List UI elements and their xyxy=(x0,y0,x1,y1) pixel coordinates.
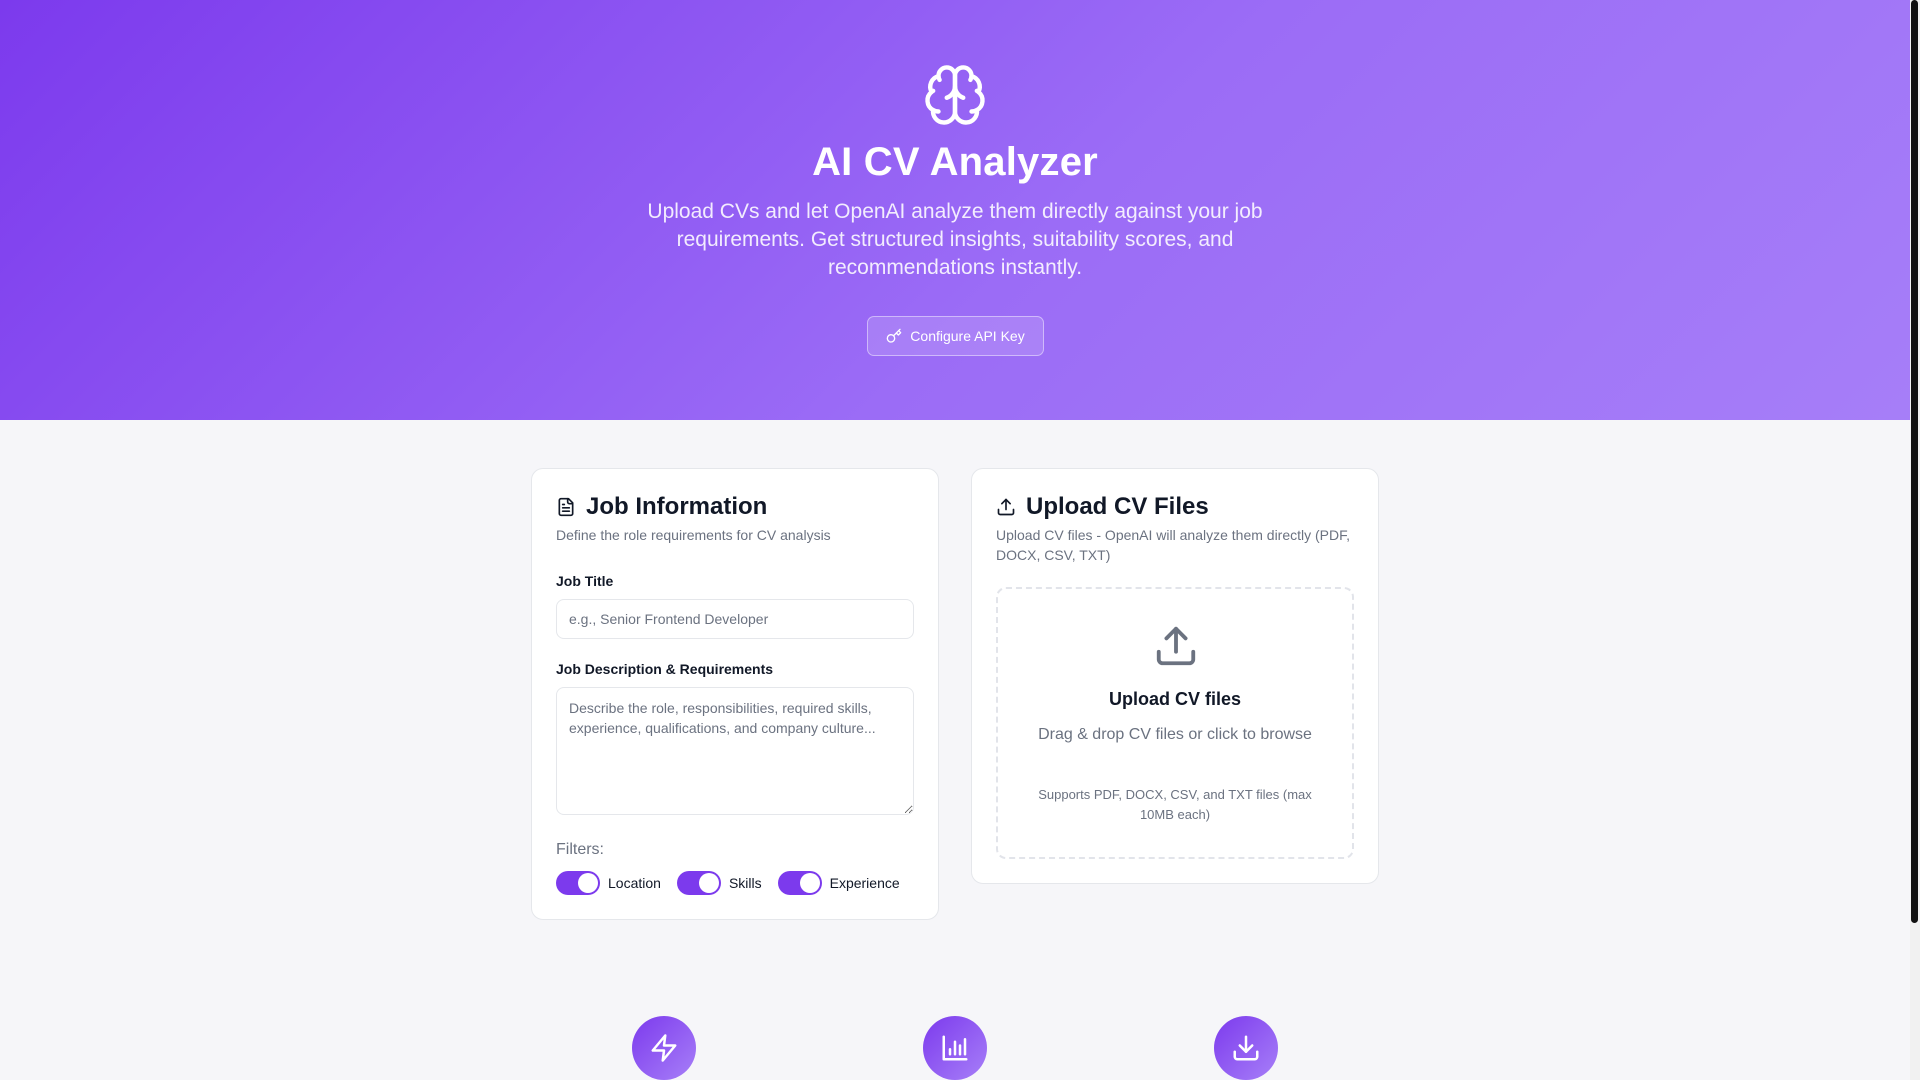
skills-toggle[interactable] xyxy=(676,871,721,895)
job-card-title-text: Job Information xyxy=(586,493,768,520)
filter-experience: Experience xyxy=(777,871,900,895)
scrollbar-thumb[interactable] xyxy=(1911,0,1918,923)
cv-dropzone[interactable]: Upload CV files Drag & drop CV files or … xyxy=(996,587,1354,859)
job-information-card: Job Information Define the role requirem… xyxy=(531,468,939,920)
upload-large-icon xyxy=(1156,626,1196,666)
experience-toggle[interactable] xyxy=(777,871,822,895)
upload-card-title-text: Upload CV Files xyxy=(1026,493,1209,520)
configure-api-key-button[interactable]: Configure API Key xyxy=(867,316,1044,356)
upload-card-title: Upload CV Files xyxy=(996,493,1209,521)
document-icon xyxy=(558,497,574,517)
dropzone-text: Drag & drop CV files or click to browse xyxy=(1038,726,1312,743)
filters-group: Location Skills Experience xyxy=(556,871,900,895)
location-toggle[interactable] xyxy=(556,871,600,895)
upload-card-description: Upload CV files - OpenAI will analyze th… xyxy=(996,527,1351,563)
job-card-title: Job Information xyxy=(556,493,767,521)
hero-header: AI CV Analyzer Upload CVs and let OpenAI… xyxy=(0,0,1910,420)
job-card-description: Define the role requirements for CV anal… xyxy=(556,527,831,543)
feature-bar-chart xyxy=(923,1016,987,1080)
job-title-input[interactable] xyxy=(556,599,914,639)
filter-location: Location xyxy=(556,871,661,895)
filter-location-label: Location xyxy=(608,875,661,891)
job-description-label: Job Description & Requirements xyxy=(556,661,774,677)
job-title-label: Job Title xyxy=(556,573,614,589)
dropzone-note: Supports PDF, DOCX, CSV, and TXT files (… xyxy=(1038,787,1312,822)
download-icon xyxy=(1233,1035,1259,1061)
page-title: AI CV Analyzer xyxy=(812,140,1098,184)
configure-api-key-label: Configure API Key xyxy=(910,328,1025,344)
filter-experience-label: Experience xyxy=(829,875,900,891)
filter-skills-label: Skills xyxy=(728,875,762,891)
lightning-icon xyxy=(651,1034,677,1062)
bar-chart-icon xyxy=(942,1035,968,1061)
dropzone-title: Upload CV files xyxy=(1108,689,1242,709)
job-description-textarea[interactable] xyxy=(556,687,914,815)
filters-label: Filters: xyxy=(556,841,604,858)
page-subtitle: Upload CVs and let OpenAI analyze them d… xyxy=(647,200,1263,279)
brain-icon xyxy=(925,65,985,125)
key-icon xyxy=(886,328,902,343)
feature-lightning xyxy=(632,1016,696,1080)
feature-download xyxy=(1214,1016,1278,1080)
upload-cv-card: Upload CV Files Upload CV files - OpenAI… xyxy=(971,468,1379,884)
upload-icon xyxy=(997,498,1015,516)
filter-skills: Skills xyxy=(676,871,762,895)
